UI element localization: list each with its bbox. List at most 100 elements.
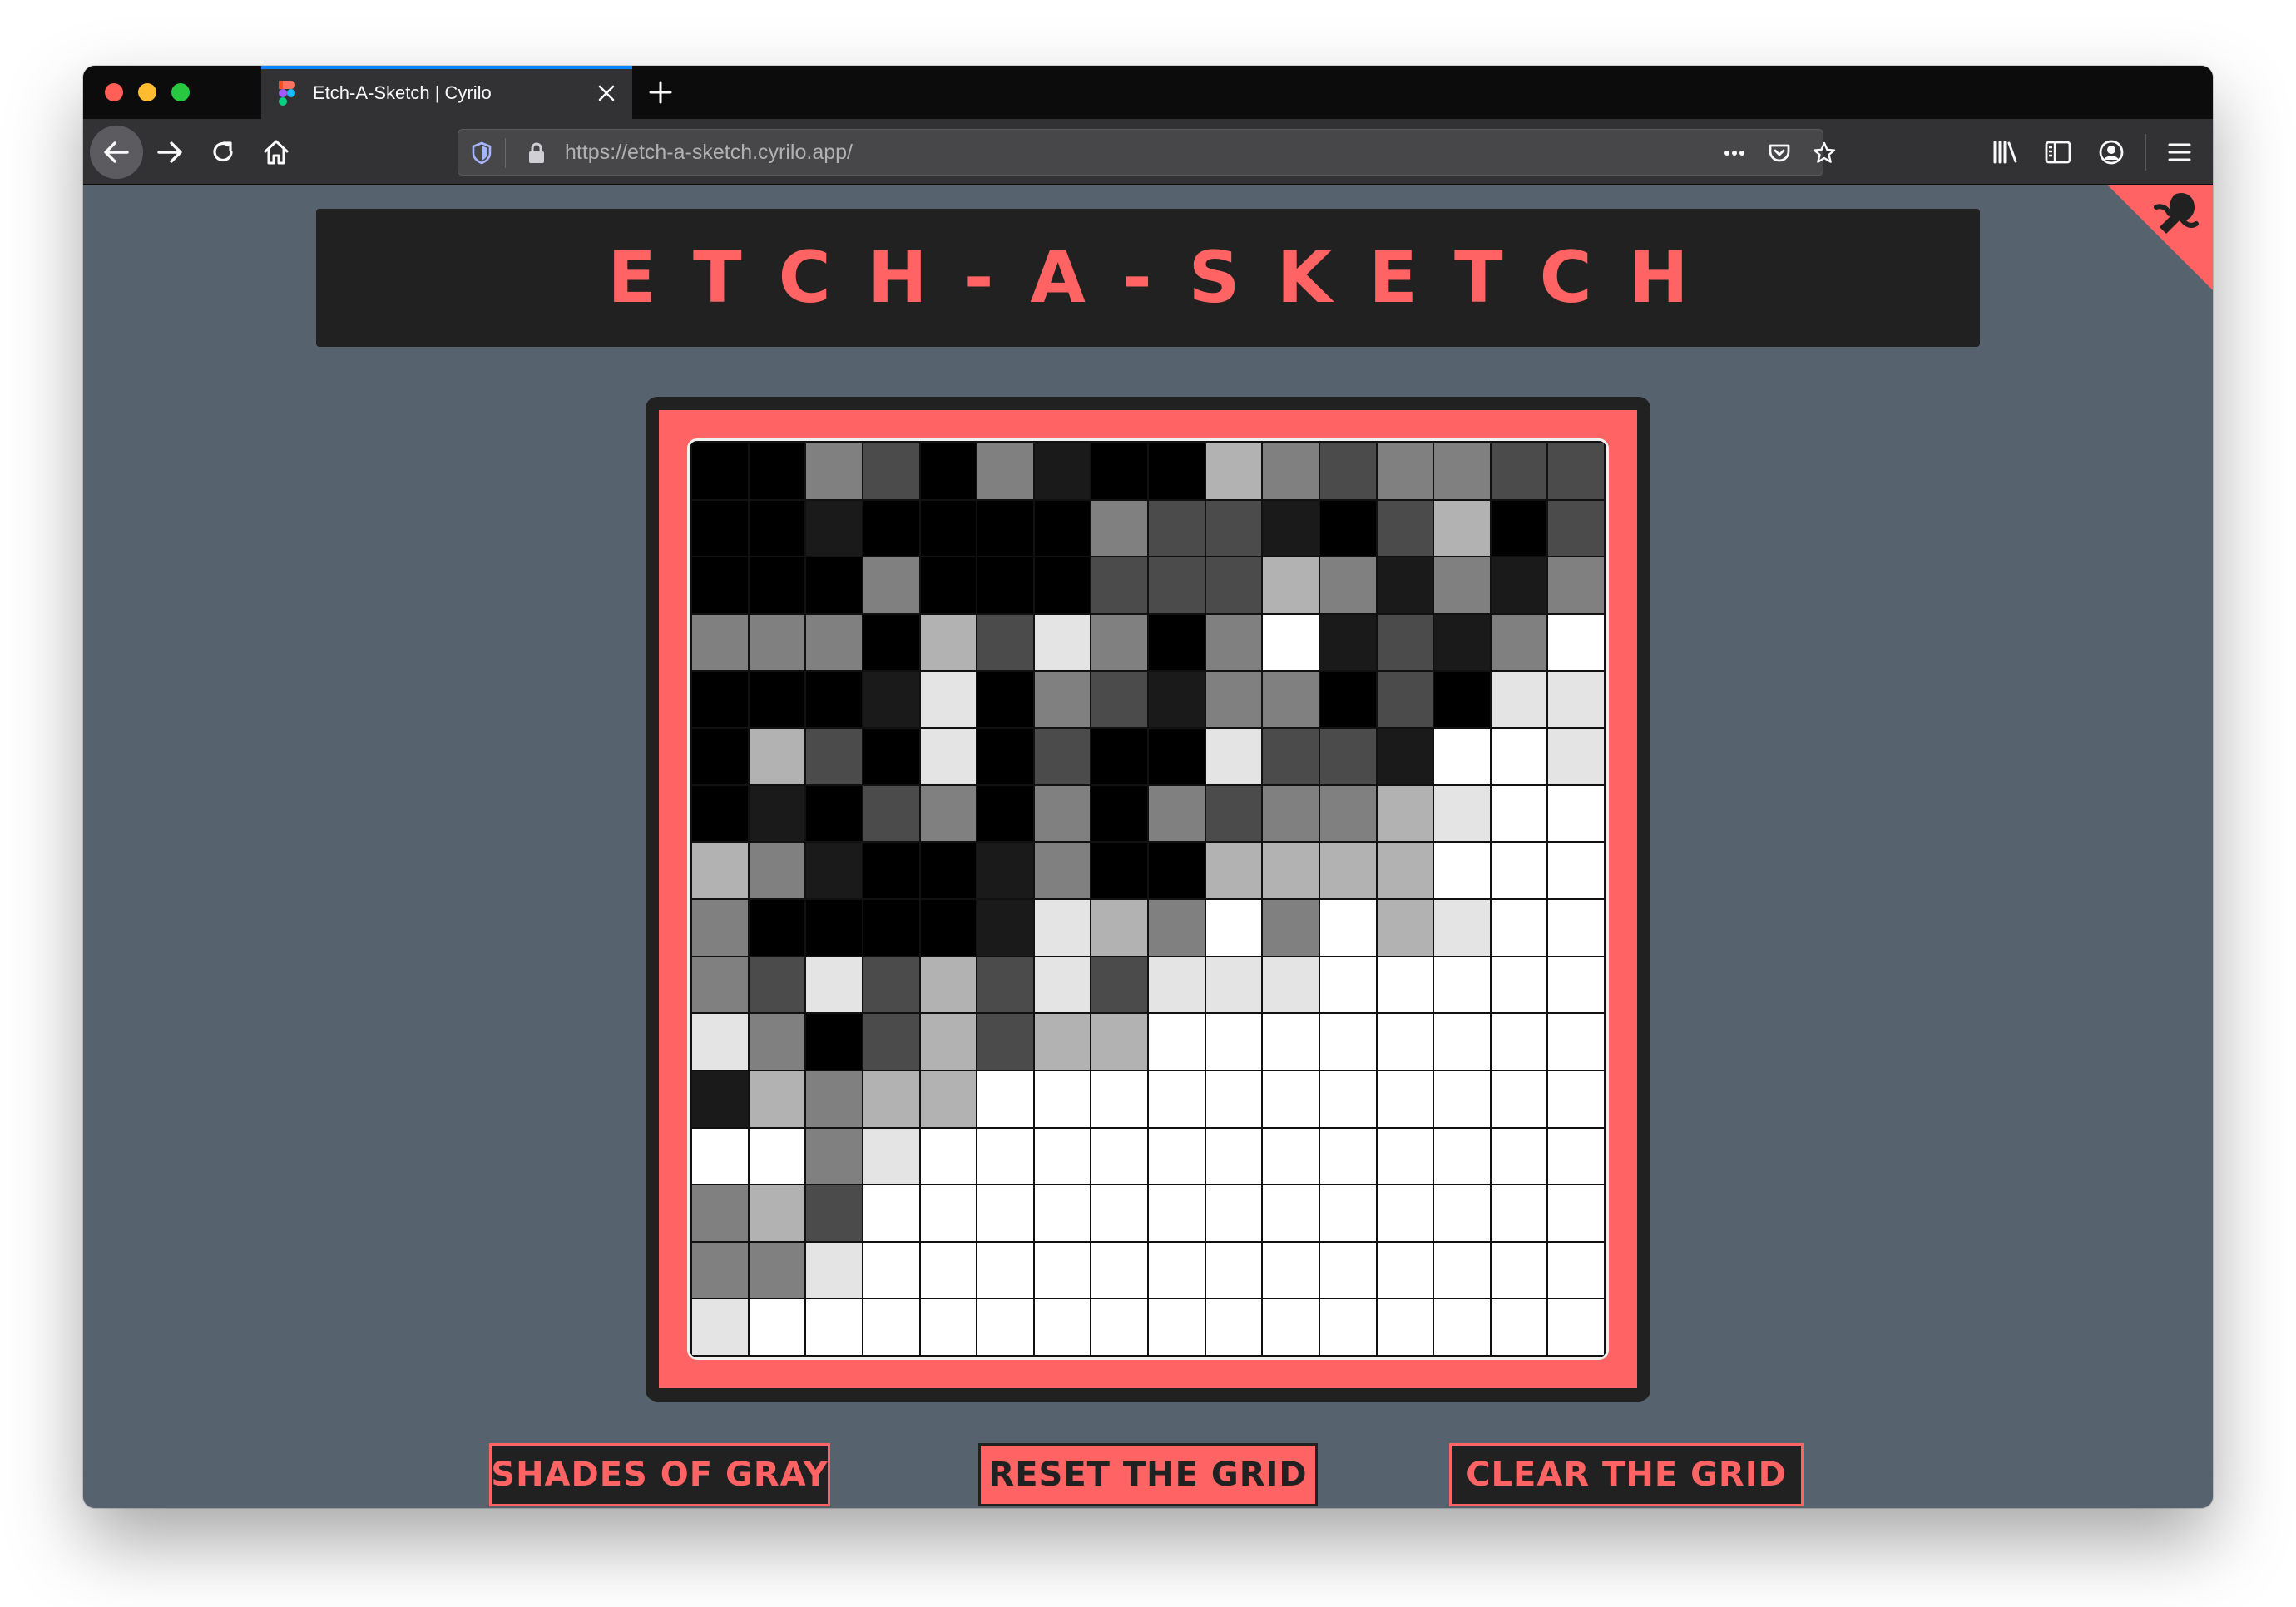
grid-cell[interactable] [1091, 957, 1147, 1013]
grid-cell[interactable] [1034, 900, 1091, 956]
grid-cell[interactable] [1091, 1242, 1147, 1298]
back-button[interactable] [90, 126, 143, 179]
grid-cell[interactable] [1548, 785, 1604, 842]
grid-cell[interactable] [806, 1128, 862, 1184]
grid-cell[interactable] [1548, 1299, 1604, 1355]
grid-cell[interactable] [1434, 614, 1490, 670]
close-icon[interactable] [596, 82, 617, 104]
grid-cell[interactable] [1091, 843, 1147, 898]
grid-cell[interactable] [1149, 1242, 1205, 1298]
grid-cell[interactable] [920, 614, 977, 670]
grid-cell[interactable] [920, 843, 977, 898]
grid-cell[interactable] [1263, 1242, 1319, 1298]
grid-cell[interactable] [1491, 900, 1547, 956]
grid-cell[interactable] [806, 729, 862, 784]
grid-cell[interactable] [1263, 500, 1319, 556]
grid-cell[interactable] [1149, 843, 1205, 898]
grid-cell[interactable] [1205, 729, 1262, 784]
grid-cell[interactable] [1034, 443, 1091, 499]
grid-cell[interactable] [1263, 957, 1319, 1013]
grid-cell[interactable] [1149, 614, 1205, 670]
grid-cell[interactable] [1149, 443, 1205, 499]
url-bar[interactable]: https://etch-a-sketch.cyrilo.app/ [458, 129, 1836, 176]
grid-cell[interactable] [1491, 785, 1547, 842]
grid-cell[interactable] [863, 1185, 919, 1241]
grid-cell[interactable] [1149, 1071, 1205, 1127]
grid-cell[interactable] [920, 1014, 977, 1070]
grid-cell[interactable] [749, 1014, 805, 1070]
shades-of-gray-button[interactable]: SHADES OF GRAY [489, 1443, 830, 1506]
grid-cell[interactable] [749, 1128, 805, 1184]
grid-cell[interactable] [749, 1071, 805, 1127]
grid-cell[interactable] [806, 443, 862, 499]
grid-cell[interactable] [1491, 1128, 1547, 1184]
grid-cell[interactable] [806, 957, 862, 1013]
grid-cell[interactable] [1377, 843, 1433, 898]
grid-cell[interactable] [692, 614, 748, 670]
grid-cell[interactable] [1091, 785, 1147, 842]
grid-cell[interactable] [863, 1128, 919, 1184]
grid-cell[interactable] [1377, 1071, 1433, 1127]
grid-cell[interactable] [863, 671, 919, 728]
lock-icon[interactable] [523, 140, 550, 166]
grid-cell[interactable] [977, 614, 1033, 670]
grid-cell[interactable] [1548, 1128, 1604, 1184]
grid-cell[interactable] [692, 843, 748, 898]
grid-cell[interactable] [977, 900, 1033, 956]
tracking-protection-icon[interactable] [468, 140, 495, 166]
grid-cell[interactable] [692, 785, 748, 842]
grid-cell[interactable] [749, 843, 805, 898]
grid-cell[interactable] [1548, 614, 1604, 670]
grid-cell[interactable] [1491, 957, 1547, 1013]
grid-cell[interactable] [806, 1071, 862, 1127]
grid-cell[interactable] [1205, 1299, 1262, 1355]
grid-cell[interactable] [1377, 1128, 1433, 1184]
grid-cell[interactable] [1091, 1071, 1147, 1127]
grid-cell[interactable] [1091, 500, 1147, 556]
grid-cell[interactable] [1149, 1014, 1205, 1070]
grid-cell[interactable] [1548, 900, 1604, 956]
grid-cell[interactable] [1091, 1128, 1147, 1184]
grid-cell[interactable] [1319, 614, 1376, 670]
grid-cell[interactable] [1149, 671, 1205, 728]
grid-cell[interactable] [920, 671, 977, 728]
grid-cell[interactable] [1091, 900, 1147, 956]
grid-cell[interactable] [1548, 557, 1604, 613]
grid-cell[interactable] [977, 957, 1033, 1013]
grid-cell[interactable] [1034, 1185, 1091, 1241]
grid-cell[interactable] [1091, 671, 1147, 728]
grid-cell[interactable] [749, 557, 805, 613]
grid-cell[interactable] [1377, 614, 1433, 670]
grid-cell[interactable] [1034, 671, 1091, 728]
sketch-grid[interactable] [692, 443, 1604, 1355]
grid-cell[interactable] [1319, 729, 1376, 784]
grid-cell[interactable] [1034, 957, 1091, 1013]
grid-cell[interactable] [920, 1299, 977, 1355]
grid-cell[interactable] [1034, 1242, 1091, 1298]
grid-cell[interactable] [1491, 443, 1547, 499]
more-icon[interactable] [1721, 140, 1748, 166]
grid-cell[interactable] [1263, 443, 1319, 499]
grid-cell[interactable] [692, 500, 748, 556]
grid-cell[interactable] [806, 500, 862, 556]
grid-cell[interactable] [1149, 900, 1205, 956]
grid-cell[interactable] [1491, 729, 1547, 784]
reload-button[interactable] [196, 126, 250, 179]
grid-cell[interactable] [1434, 1071, 1490, 1127]
grid-cell[interactable] [749, 1242, 805, 1298]
url-text[interactable]: https://etch-a-sketch.cyrilo.app/ [565, 141, 853, 165]
grid-cell[interactable] [1091, 614, 1147, 670]
grid-cell[interactable] [1034, 729, 1091, 784]
grid-cell[interactable] [1034, 843, 1091, 898]
grid-cell[interactable] [1377, 729, 1433, 784]
grid-cell[interactable] [977, 443, 1033, 499]
grid-cell[interactable] [1491, 671, 1547, 728]
grid-cell[interactable] [977, 500, 1033, 556]
grid-cell[interactable] [1263, 785, 1319, 842]
grid-cell[interactable] [806, 1242, 862, 1298]
grid-cell[interactable] [1548, 443, 1604, 499]
new-tab-icon[interactable] [646, 77, 675, 107]
grid-cell[interactable] [1205, 500, 1262, 556]
close-window-button[interactable] [105, 83, 123, 101]
zoom-window-button[interactable] [171, 83, 190, 101]
